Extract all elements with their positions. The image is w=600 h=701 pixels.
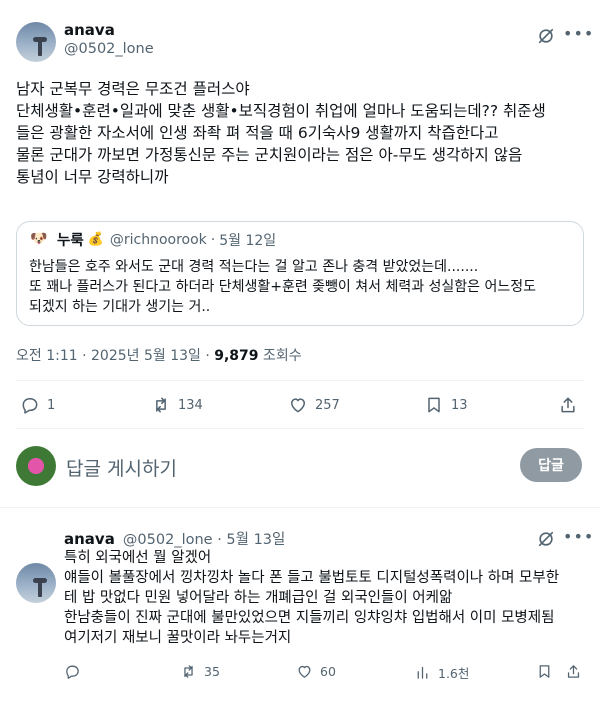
more-dots-icon[interactable]: ••• — [563, 528, 594, 546]
divider — [16, 380, 584, 381]
share-icon — [567, 665, 580, 678]
reply-submit-button[interactable]: 답글 — [520, 448, 582, 482]
reply-header: anava @0502_lone · 5월 13일 — [64, 528, 285, 549]
post-line: 남자 군복무 경력은 무조건 플러스야 — [16, 80, 250, 98]
quoted-date: 5월 12일 — [219, 232, 277, 249]
reply-line: 테 밥 맛없다 민원 넣어달라 하는 개폐급인 걸 외국인들이 어케앎 — [64, 590, 453, 606]
quoted-line: 되겠지 하는 기대가 생기는 거.. — [29, 299, 211, 315]
repost-count: 134 — [178, 397, 203, 413]
reply-line: 한남충들이 진짜 군대에 불만있었으면 지들끼리 잉챠잉챠 입법해서 이미 모병… — [64, 610, 555, 626]
quoted-line: 또 꽤나 플러스가 된다고 하더라 단체생활+훈련 좆뺑이 쳐서 체력과 성실함… — [29, 279, 537, 295]
post-line: 단체생활•훈련•일과에 맞춘 생활•보직경험이 취업에 얼마나 도움되는데?? … — [16, 102, 546, 120]
reply-line: 여기저기 재보니 꿀맛이라 놔두는거지 — [64, 630, 292, 646]
post-line: 들은 광활한 자소서에 인생 좌좍 펴 적을 때 6기숙사9 생활까지 착즙한다… — [16, 124, 499, 142]
reply-line: 특히 외국에선 뭘 알겠어 — [64, 550, 212, 566]
bar-chart-icon — [417, 666, 428, 679]
reply-author-avatar[interactable] — [16, 563, 56, 603]
post-body: 남자 군복무 경력은 무조건 플러스야 단체생활•훈련•일과에 맞춘 생활•보직… — [16, 78, 546, 188]
reply-count: 1 — [47, 397, 56, 413]
author-name[interactable]: anava — [64, 21, 115, 39]
quoted-avatar: 🐶 — [30, 231, 48, 247]
heart-icon — [298, 665, 311, 678]
quoted-header: 누룩 💰 @richnoorook · 5월 12일 — [57, 229, 276, 250]
reply-like-count: 60 — [320, 664, 336, 679]
reply-bookmark-button[interactable] — [536, 663, 553, 680]
quoted-post[interactable]: 🐶 누룩 💰 @richnoorook · 5월 12일 한남들은 호주 와서도… — [16, 221, 584, 326]
reply-views-button[interactable]: 1.6천 — [414, 663, 469, 682]
reply-author-name[interactable]: anava — [64, 530, 115, 548]
heart-icon — [291, 398, 305, 413]
more-dots-icon[interactable]: ••• — [563, 25, 594, 43]
quoted-author-handle: @richnoorook — [109, 231, 207, 248]
quoted-author-name: 누룩 — [57, 233, 84, 249]
reply-line: 얘들이 볼풀장에서 낑차낑차 놀다 폰 들고 불법토토 디지털성폭력이나 하며 … — [64, 570, 560, 586]
author-handle[interactable]: @0502_lone — [64, 41, 154, 57]
bookmark-count: 13 — [451, 397, 468, 413]
reply-author-handle[interactable]: @0502_lone · 5월 13일 — [123, 532, 285, 548]
reply-like-button[interactable]: 60 — [296, 663, 336, 680]
user-avatar[interactable] — [16, 446, 56, 486]
post-metadata: 오전 1:11 · 2025년 5월 13일 · 9,879 조회수 — [16, 345, 302, 365]
reply-icon — [22, 398, 38, 414]
bookmark-button[interactable]: 13 — [424, 395, 468, 415]
share-button[interactable] — [558, 395, 578, 415]
reply-icon — [66, 665, 79, 679]
author-avatar[interactable] — [16, 22, 56, 62]
bookmark-icon — [428, 397, 440, 413]
reply-repost-count: 35 — [204, 664, 220, 679]
reply-button[interactable]: 1 — [20, 395, 55, 415]
repost-button[interactable]: 134 — [151, 395, 203, 415]
grok-icon[interactable] — [537, 27, 555, 49]
reply-repost-button[interactable]: 35 — [180, 663, 220, 680]
reply-share-button[interactable] — [565, 663, 582, 680]
share-icon — [561, 397, 575, 413]
reply-input[interactable]: 답글 게시하기 — [66, 454, 177, 481]
post-line: 통념이 너무 강력하니까 — [16, 168, 169, 186]
like-button[interactable]: 257 — [288, 395, 340, 415]
like-count: 257 — [315, 397, 340, 413]
bookmark-icon — [539, 665, 550, 678]
reply-reply-button[interactable] — [64, 663, 81, 680]
repost-icon — [184, 665, 193, 678]
quoted-line: 한남들은 호주 와서도 군대 경력 적는다는 걸 알고 존나 충격 받았었는데.… — [29, 259, 479, 275]
quoted-separator: · — [210, 231, 216, 248]
repost-icon — [156, 397, 166, 413]
money-bag-icon: 💰 — [87, 232, 104, 247]
post-timestamp[interactable]: 오전 1:11 · 2025년 5월 13일 · — [16, 348, 214, 364]
divider — [0, 507, 600, 508]
post-line: 물론 군대가 까보면 가정통신문 주는 군치원이라는 점은 아-무도 생각하지 … — [16, 146, 523, 164]
reply-body: 특히 외국에선 뭘 알겠어 얘들이 볼풀장에서 낑차낑차 놀다 폰 들고 불법토… — [64, 548, 559, 648]
reply-views-count: 1.6천 — [438, 666, 470, 681]
views-label: 조회수 — [258, 348, 302, 364]
divider — [16, 428, 584, 429]
views-count: 9,879 — [214, 348, 259, 364]
